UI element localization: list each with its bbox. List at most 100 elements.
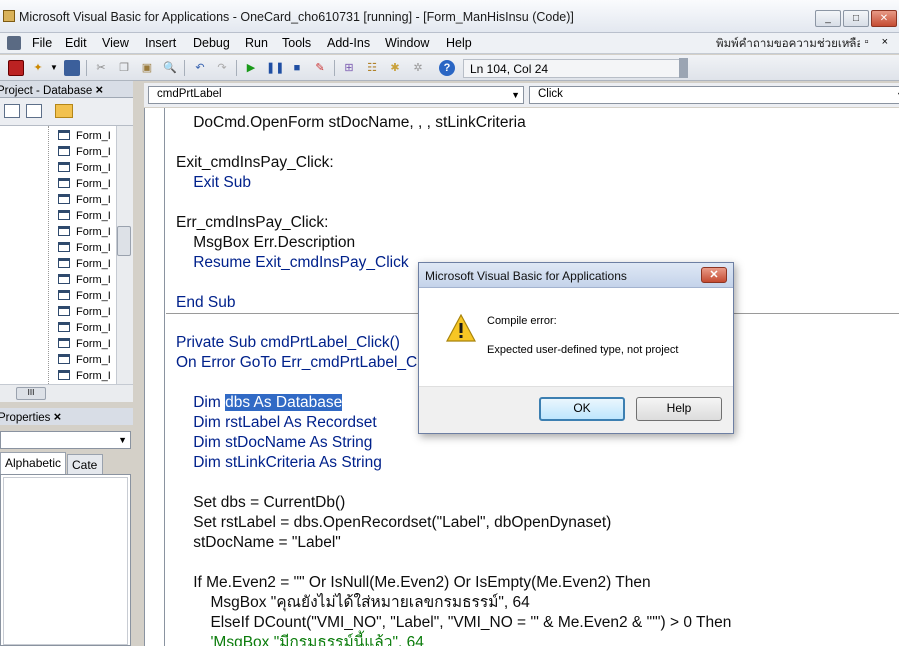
close-button[interactable]: ✕ (871, 10, 897, 27)
code-dim-keyword: Dim (176, 394, 226, 411)
mdi-window-controls[interactable]: - ▫ × (848, 36, 893, 48)
selected-text[interactable]: dbs As Database (225, 394, 343, 411)
compile-error-dialog: Microsoft Visual Basic for Applications … (418, 262, 734, 434)
tree-item[interactable]: Form_I (58, 162, 111, 178)
code-line[interactable]: Err_cmdInsPay_Click: (176, 213, 328, 233)
menu-run[interactable]: Run (245, 36, 268, 50)
redo-icon[interactable]: ↷ (214, 60, 230, 76)
menu-edit[interactable]: Edit (65, 36, 87, 50)
code-line-selected[interactable]: Dim dbs As Database (176, 393, 343, 413)
menu-file[interactable]: File (32, 36, 52, 50)
form-module-icon (58, 290, 70, 300)
tree-item[interactable]: Form_I (58, 290, 111, 306)
view-object-icon[interactable] (26, 104, 42, 118)
tree-item[interactable]: Form_I (58, 146, 111, 162)
save-icon[interactable] (64, 60, 80, 76)
tree-item[interactable]: Form_I (58, 322, 111, 338)
ok-button[interactable]: OK (539, 397, 625, 421)
access-view-icon[interactable] (8, 60, 24, 76)
menu-insert[interactable]: Insert (145, 36, 176, 50)
code-line[interactable]: stDocName = "Label" (176, 533, 341, 553)
design-mode-icon[interactable]: ✎ (312, 60, 328, 76)
insert-object-icon[interactable]: ✦ (30, 60, 46, 76)
form-module-icon (58, 178, 70, 188)
tree-item[interactable]: Form_I (58, 194, 111, 210)
find-icon[interactable]: 🔍 (162, 60, 178, 76)
project-explorer-icon[interactable]: ⊞ (341, 60, 357, 76)
properties-window-icon[interactable]: ☷ (364, 60, 380, 76)
project-hscroll-thumb[interactable]: III (16, 387, 46, 400)
code-line[interactable]: Exit_cmdInsPay_Click: (176, 153, 334, 173)
tab-categorized[interactable]: Cate (67, 454, 103, 474)
tree-item[interactable]: Form_I (58, 210, 111, 226)
code-line[interactable]: Set dbs = CurrentDb() (176, 493, 345, 513)
code-line-comment[interactable]: 'MsgBox "มีกรมธรรม์นี้แล้ว", 64 (176, 633, 423, 646)
view-code-icon[interactable] (4, 104, 20, 118)
break-icon[interactable]: ❚❚ (266, 60, 284, 76)
code-line[interactable]: MsgBox Err.Description (176, 233, 355, 253)
menu-view[interactable]: View (102, 36, 129, 50)
form-module-icon (58, 226, 70, 236)
code-line[interactable]: On Error GoTo Err_cmdPrtLabel_C (176, 353, 417, 373)
code-line[interactable]: If Me.Even2 = "" Or IsNull(Me.Even2) Or … (176, 573, 650, 593)
properties-object-select[interactable]: ▼ (0, 431, 131, 449)
margin-indicator-bar[interactable] (145, 108, 165, 646)
code-line[interactable]: Dim rstLabel As Recordset (176, 413, 377, 433)
properties-panel-close-icon[interactable]: × (54, 409, 62, 424)
insert-dropdown-icon[interactable]: ▼ (46, 60, 62, 76)
tree-item[interactable]: Form_I (58, 274, 111, 290)
properties-panel-title: Properties (0, 412, 51, 424)
menu-window[interactable]: Window (385, 36, 429, 50)
toolbox-icon[interactable]: ✲ (410, 60, 426, 76)
toggle-folders-icon[interactable] (55, 104, 73, 118)
help-icon[interactable]: ? (439, 60, 455, 76)
code-line[interactable]: Private Sub cmdPrtLabel_Click() (176, 333, 400, 353)
code-line[interactable]: End Sub (176, 293, 235, 313)
tree-item[interactable]: Form_I (58, 306, 111, 322)
tree-item[interactable]: Form_I (58, 258, 111, 274)
help-button[interactable]: Help (636, 397, 722, 421)
code-line[interactable]: Set rstLabel = dbs.OpenRecordset("Label"… (176, 513, 611, 533)
reset-icon[interactable]: ■ (289, 60, 305, 76)
code-line[interactable]: Dim stLinkCriteria As String (176, 453, 382, 473)
paste-icon[interactable]: ▣ (139, 60, 155, 76)
object-select[interactable]: cmdPrtLabel ▼ (148, 86, 524, 104)
tree-item[interactable]: Form_I (58, 338, 111, 354)
code-line[interactable]: Dim stDocName As String (176, 433, 372, 453)
access-app-icon[interactable] (3, 10, 15, 22)
menu-tools[interactable]: Tools (282, 36, 311, 50)
code-line[interactable]: DoCmd.OpenForm stDocName, , , stLinkCrit… (176, 113, 526, 133)
code-line[interactable]: Exit Sub (176, 173, 251, 193)
toolbar-options-grip[interactable] (679, 58, 688, 78)
dialog-close-button[interactable]: ✕ (701, 267, 727, 283)
project-scroll-thumb[interactable] (117, 226, 131, 256)
form-module-icon (58, 242, 70, 252)
procedure-select[interactable]: Click ▼ (529, 86, 899, 104)
cut-icon[interactable]: ✂ (93, 60, 109, 76)
tree-item[interactable]: Form_I (58, 370, 111, 384)
menu-add-ins[interactable]: Add-Ins (327, 36, 370, 50)
copy-icon[interactable]: ❐ (116, 60, 132, 76)
tree-item[interactable]: Form_I (58, 242, 111, 258)
tree-item[interactable]: Form_I (58, 130, 111, 146)
tree-item[interactable]: Form_I (58, 226, 111, 242)
ask-question-box[interactable]: พิมพ์คำถามขอความช่วยเหลือ (716, 35, 860, 53)
tree-item[interactable]: Form_I (58, 354, 111, 370)
tree-item[interactable]: Form_I (58, 178, 111, 194)
code-line[interactable]: ElseIf DCount("VMI_NO", "Label", "VMI_NO… (176, 613, 731, 633)
vba-menu-icon[interactable] (7, 36, 21, 50)
run-icon[interactable]: ▶ (243, 60, 259, 76)
undo-icon[interactable]: ↶ (192, 60, 208, 76)
tab-alphabetic[interactable]: Alphabetic (0, 452, 66, 474)
maximize-button[interactable]: □ (843, 10, 869, 27)
toolbar-separator (184, 60, 185, 76)
menu-debug[interactable]: Debug (193, 36, 230, 50)
project-horizontal-scrollbar[interactable]: III (0, 384, 133, 402)
warning-icon (446, 314, 476, 342)
code-line[interactable]: Resume Exit_cmdInsPay_Click (176, 253, 408, 273)
minimize-button[interactable]: _ (815, 10, 841, 27)
project-panel-close-icon[interactable]: × (95, 82, 103, 97)
menu-help[interactable]: Help (446, 36, 472, 50)
code-line[interactable]: MsgBox "คุณยังไม่ได้ใส่หมายเลขกรมธรรม์",… (176, 593, 529, 613)
object-browser-icon[interactable]: ✱ (387, 60, 403, 76)
